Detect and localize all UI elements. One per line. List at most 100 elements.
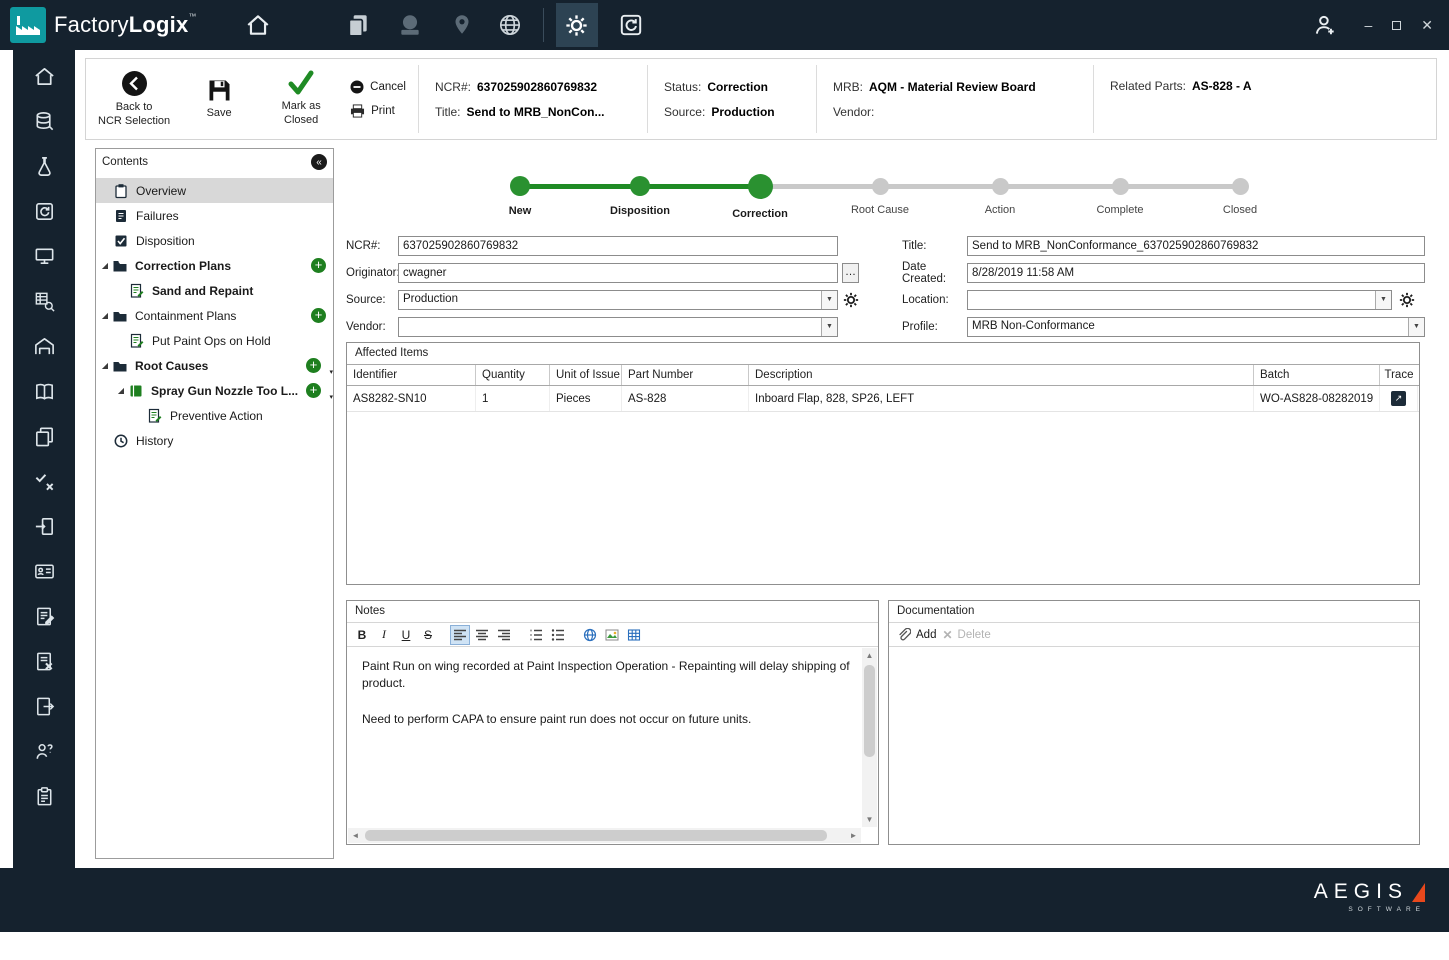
print-button[interactable]: Print: [350, 104, 406, 118]
sidebar-library-icon[interactable]: [32, 379, 56, 403]
history-icon[interactable]: [614, 8, 648, 42]
vendor-dropdown[interactable]: ▼: [398, 317, 838, 337]
location-settings-gear-icon[interactable]: [1398, 291, 1416, 309]
insert-table-icon[interactable]: [624, 625, 644, 645]
sidebar-home-icon[interactable]: [32, 64, 56, 88]
hyperlink-globe-icon[interactable]: [580, 625, 600, 645]
align-right-button[interactable]: [494, 625, 514, 645]
home-icon[interactable]: [241, 8, 275, 42]
add-root-cause-menu-icon[interactable]: ▾: [329, 368, 333, 376]
location-dropdown[interactable]: ▼: [967, 290, 1392, 310]
sidebar-report-edit-icon[interactable]: [32, 604, 56, 628]
sidebar-revisions-icon[interactable]: [32, 199, 56, 223]
add-root-cause-button[interactable]: +: [306, 358, 321, 373]
sidebar-clipboard-icon[interactable]: [32, 784, 56, 808]
tree-item-preventive-action[interactable]: Preventive Action: [96, 403, 333, 428]
source-dropdown[interactable]: Production▼: [398, 290, 838, 310]
collapse-panel-icon[interactable]: «: [311, 154, 327, 170]
sidebar-audit-search-icon[interactable]: [32, 289, 56, 313]
ncr-number-input[interactable]: [398, 236, 838, 256]
table-row[interactable]: AS8282-SN10 1 Pieces AS-828 Inboard Flap…: [347, 386, 1419, 412]
sidebar-receive-icon[interactable]: [32, 514, 56, 538]
trace-link-icon[interactable]: ↗: [1391, 391, 1406, 406]
originator-browse-button[interactable]: …: [842, 263, 859, 283]
save-button[interactable]: Save: [186, 78, 252, 121]
italic-button[interactable]: I: [374, 625, 394, 645]
close-button[interactable]: ✕: [1421, 17, 1433, 34]
sidebar-workstation-icon[interactable]: [32, 244, 56, 268]
globe-icon[interactable]: [493, 8, 527, 42]
notes-editor[interactable]: Paint Run on wing recorded at Paint Insp…: [348, 648, 877, 827]
back-icon: [121, 70, 148, 97]
documentation-panel: Documentation Add ✕ Delete: [888, 600, 1420, 845]
dropdown-arrow-icon[interactable]: ▼: [1408, 318, 1424, 336]
add-correction-plan-button[interactable]: +: [311, 258, 326, 273]
tree-item-put-paint-ops-on-hold[interactable]: Put Paint Ops on Hold: [96, 328, 333, 353]
title-input[interactable]: [967, 236, 1425, 256]
notes-vertical-scrollbar[interactable]: ▲ ▼: [862, 648, 877, 827]
sidebar-badge-icon[interactable]: [32, 559, 56, 583]
insert-image-icon[interactable]: [602, 625, 622, 645]
bold-button[interactable]: B: [352, 625, 372, 645]
scrollbar-thumb[interactable]: [365, 830, 827, 841]
scroll-down-icon[interactable]: ▼: [862, 812, 877, 827]
add-action-button[interactable]: +: [306, 383, 321, 398]
location-icon[interactable]: [445, 8, 479, 42]
sidebar-materials-icon[interactable]: [32, 109, 56, 133]
sidebar-report-export-icon[interactable]: [32, 694, 56, 718]
expander-icon[interactable]: ◢: [115, 386, 127, 395]
expander-icon[interactable]: ◢: [99, 361, 111, 370]
tree-item-failures[interactable]: Failures: [96, 203, 333, 228]
tree-item-containment-plans[interactable]: ◢ Containment Plans +: [96, 303, 333, 328]
notes-horizontal-scrollbar[interactable]: ◄ ►: [348, 828, 861, 843]
affected-items-panel: Affected Items Identifier Quantity Unit …: [346, 342, 1420, 585]
maximize-button[interactable]: [1392, 21, 1401, 30]
originator-input[interactable]: [398, 263, 838, 283]
ncr-number-value: 637025902860769832: [477, 80, 597, 94]
dropdown-arrow-icon[interactable]: ▼: [821, 318, 837, 336]
mark-as-closed-button[interactable]: Mark asClosed: [268, 70, 334, 128]
tree-item-root-causes[interactable]: ◢ Root Causes + ▾: [96, 353, 333, 378]
cancel-button[interactable]: Cancel: [350, 80, 406, 94]
scroll-left-icon[interactable]: ◄: [348, 828, 363, 843]
tree-item-disposition[interactable]: Disposition: [96, 228, 333, 253]
align-left-button[interactable]: [450, 625, 470, 645]
tree-item-correction-plans[interactable]: ◢ Correction Plans +: [96, 253, 333, 278]
sidebar-copy-documents-icon[interactable]: [32, 424, 56, 448]
add-action-menu-icon[interactable]: ▾: [329, 393, 333, 401]
sidebar-support-icon[interactable]: [32, 739, 56, 763]
sidebar-verify-icon[interactable]: [32, 469, 56, 493]
add-containment-plan-button[interactable]: +: [311, 308, 326, 323]
network-icon[interactable]: [393, 8, 427, 42]
underline-button[interactable]: U: [396, 625, 416, 645]
sidebar-warehouse-icon[interactable]: [32, 334, 56, 358]
strikethrough-button[interactable]: S: [418, 625, 438, 645]
align-center-button[interactable]: [472, 625, 492, 645]
tree-item-sand-and-repaint[interactable]: Sand and Repaint: [96, 278, 333, 303]
minimize-button[interactable]: –: [1364, 17, 1372, 33]
expander-icon[interactable]: ◢: [99, 261, 111, 270]
sidebar-report-cancel-icon[interactable]: [32, 649, 56, 673]
add-document-button[interactable]: Add: [897, 628, 936, 642]
documents-icon[interactable]: [341, 8, 375, 42]
source-settings-gear-icon[interactable]: [842, 291, 860, 309]
numbered-list-button[interactable]: [526, 625, 546, 645]
scrollbar-thumb[interactable]: [864, 665, 875, 757]
scroll-up-icon[interactable]: ▲: [862, 648, 877, 663]
profile-dropdown[interactable]: MRB Non-Conformance▼: [967, 317, 1425, 337]
delete-document-button[interactable]: ✕ Delete: [942, 628, 990, 642]
tree-item-history[interactable]: History: [96, 428, 333, 453]
date-created-input[interactable]: [967, 263, 1425, 283]
add-user-icon[interactable]: [1308, 8, 1342, 42]
notes-paragraph: Paint Run on wing recorded at Paint Insp…: [362, 658, 853, 693]
dropdown-arrow-icon[interactable]: ▼: [1375, 291, 1391, 309]
bullet-list-button[interactable]: [548, 625, 568, 645]
back-to-ncr-selection-button[interactable]: Back toNCR Selection: [98, 70, 170, 129]
tree-item-overview[interactable]: Overview: [96, 178, 333, 203]
tree-item-spray-gun-nozzle[interactable]: ◢ Spray Gun Nozzle Too L... + ▾: [96, 378, 333, 403]
settings-icon[interactable]: [556, 3, 598, 47]
dropdown-arrow-icon[interactable]: ▼: [821, 291, 837, 309]
scroll-right-icon[interactable]: ►: [846, 828, 861, 843]
sidebar-engineering-icon[interactable]: [32, 154, 56, 178]
expander-icon[interactable]: ◢: [99, 311, 111, 320]
